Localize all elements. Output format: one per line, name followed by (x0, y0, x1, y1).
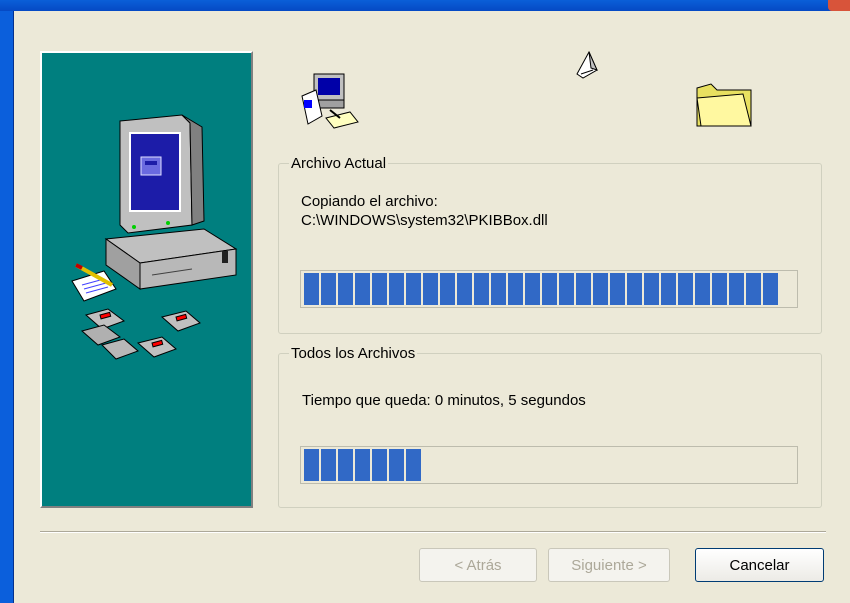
progress-block (338, 273, 353, 305)
progress-block (304, 449, 319, 481)
progress-block (661, 273, 676, 305)
side-art-panel (40, 51, 253, 508)
button-separator (40, 531, 826, 533)
progress-block (321, 273, 336, 305)
next-button[interactable]: Siguiente > (548, 548, 670, 582)
progress-block (372, 273, 387, 305)
progress-block (610, 273, 625, 305)
progress-block (440, 273, 455, 305)
progress-block (406, 273, 421, 305)
progress-block (593, 273, 608, 305)
progress-block (389, 273, 404, 305)
progress-block (525, 273, 540, 305)
progress-block (474, 273, 489, 305)
computer-with-disks-icon (71, 114, 238, 360)
cancel-button[interactable]: Cancelar (695, 548, 824, 582)
window-titlebar[interactable] (0, 0, 850, 11)
progress-block (457, 273, 472, 305)
progress-block (491, 273, 506, 305)
progress-block (542, 273, 557, 305)
progress-block (338, 449, 353, 481)
progress-block (678, 273, 693, 305)
current-file-group: Archivo Actual (278, 155, 822, 334)
setup-computer-icon (301, 73, 359, 129)
progress-block (321, 449, 336, 481)
progress-block (576, 273, 591, 305)
progress-block (627, 273, 642, 305)
window-frame-left (0, 11, 14, 603)
all-files-progress-bar (300, 446, 798, 484)
progress-block (712, 273, 727, 305)
progress-block (304, 273, 319, 305)
all-files-group: Todos los Archivos (278, 345, 822, 508)
progress-block (746, 273, 761, 305)
progress-block (695, 273, 710, 305)
progress-block (559, 273, 574, 305)
time-remaining-label: Tiempo que queda: 0 minutos, 5 segundos (302, 392, 586, 409)
current-file-progress-bar (300, 270, 798, 308)
progress-block (372, 449, 387, 481)
all-files-group-title: Todos los Archivos (289, 345, 418, 362)
back-button[interactable]: < Atrás (419, 548, 537, 582)
flying-paper-icon (576, 50, 598, 79)
close-button[interactable] (828, 0, 850, 11)
progress-block (423, 273, 438, 305)
copying-file-label: Copiando el archivo: (301, 193, 438, 210)
progress-block (644, 273, 659, 305)
progress-block (406, 449, 421, 481)
progress-block (508, 273, 523, 305)
progress-block (763, 273, 778, 305)
folder-icon (696, 83, 752, 127)
progress-block (355, 273, 370, 305)
progress-block (729, 273, 744, 305)
progress-block (389, 449, 404, 481)
current-file-path: C:\WINDOWS\system32\PKIBBox.dll (301, 212, 548, 229)
progress-block (355, 449, 370, 481)
current-file-group-title: Archivo Actual (289, 155, 389, 172)
